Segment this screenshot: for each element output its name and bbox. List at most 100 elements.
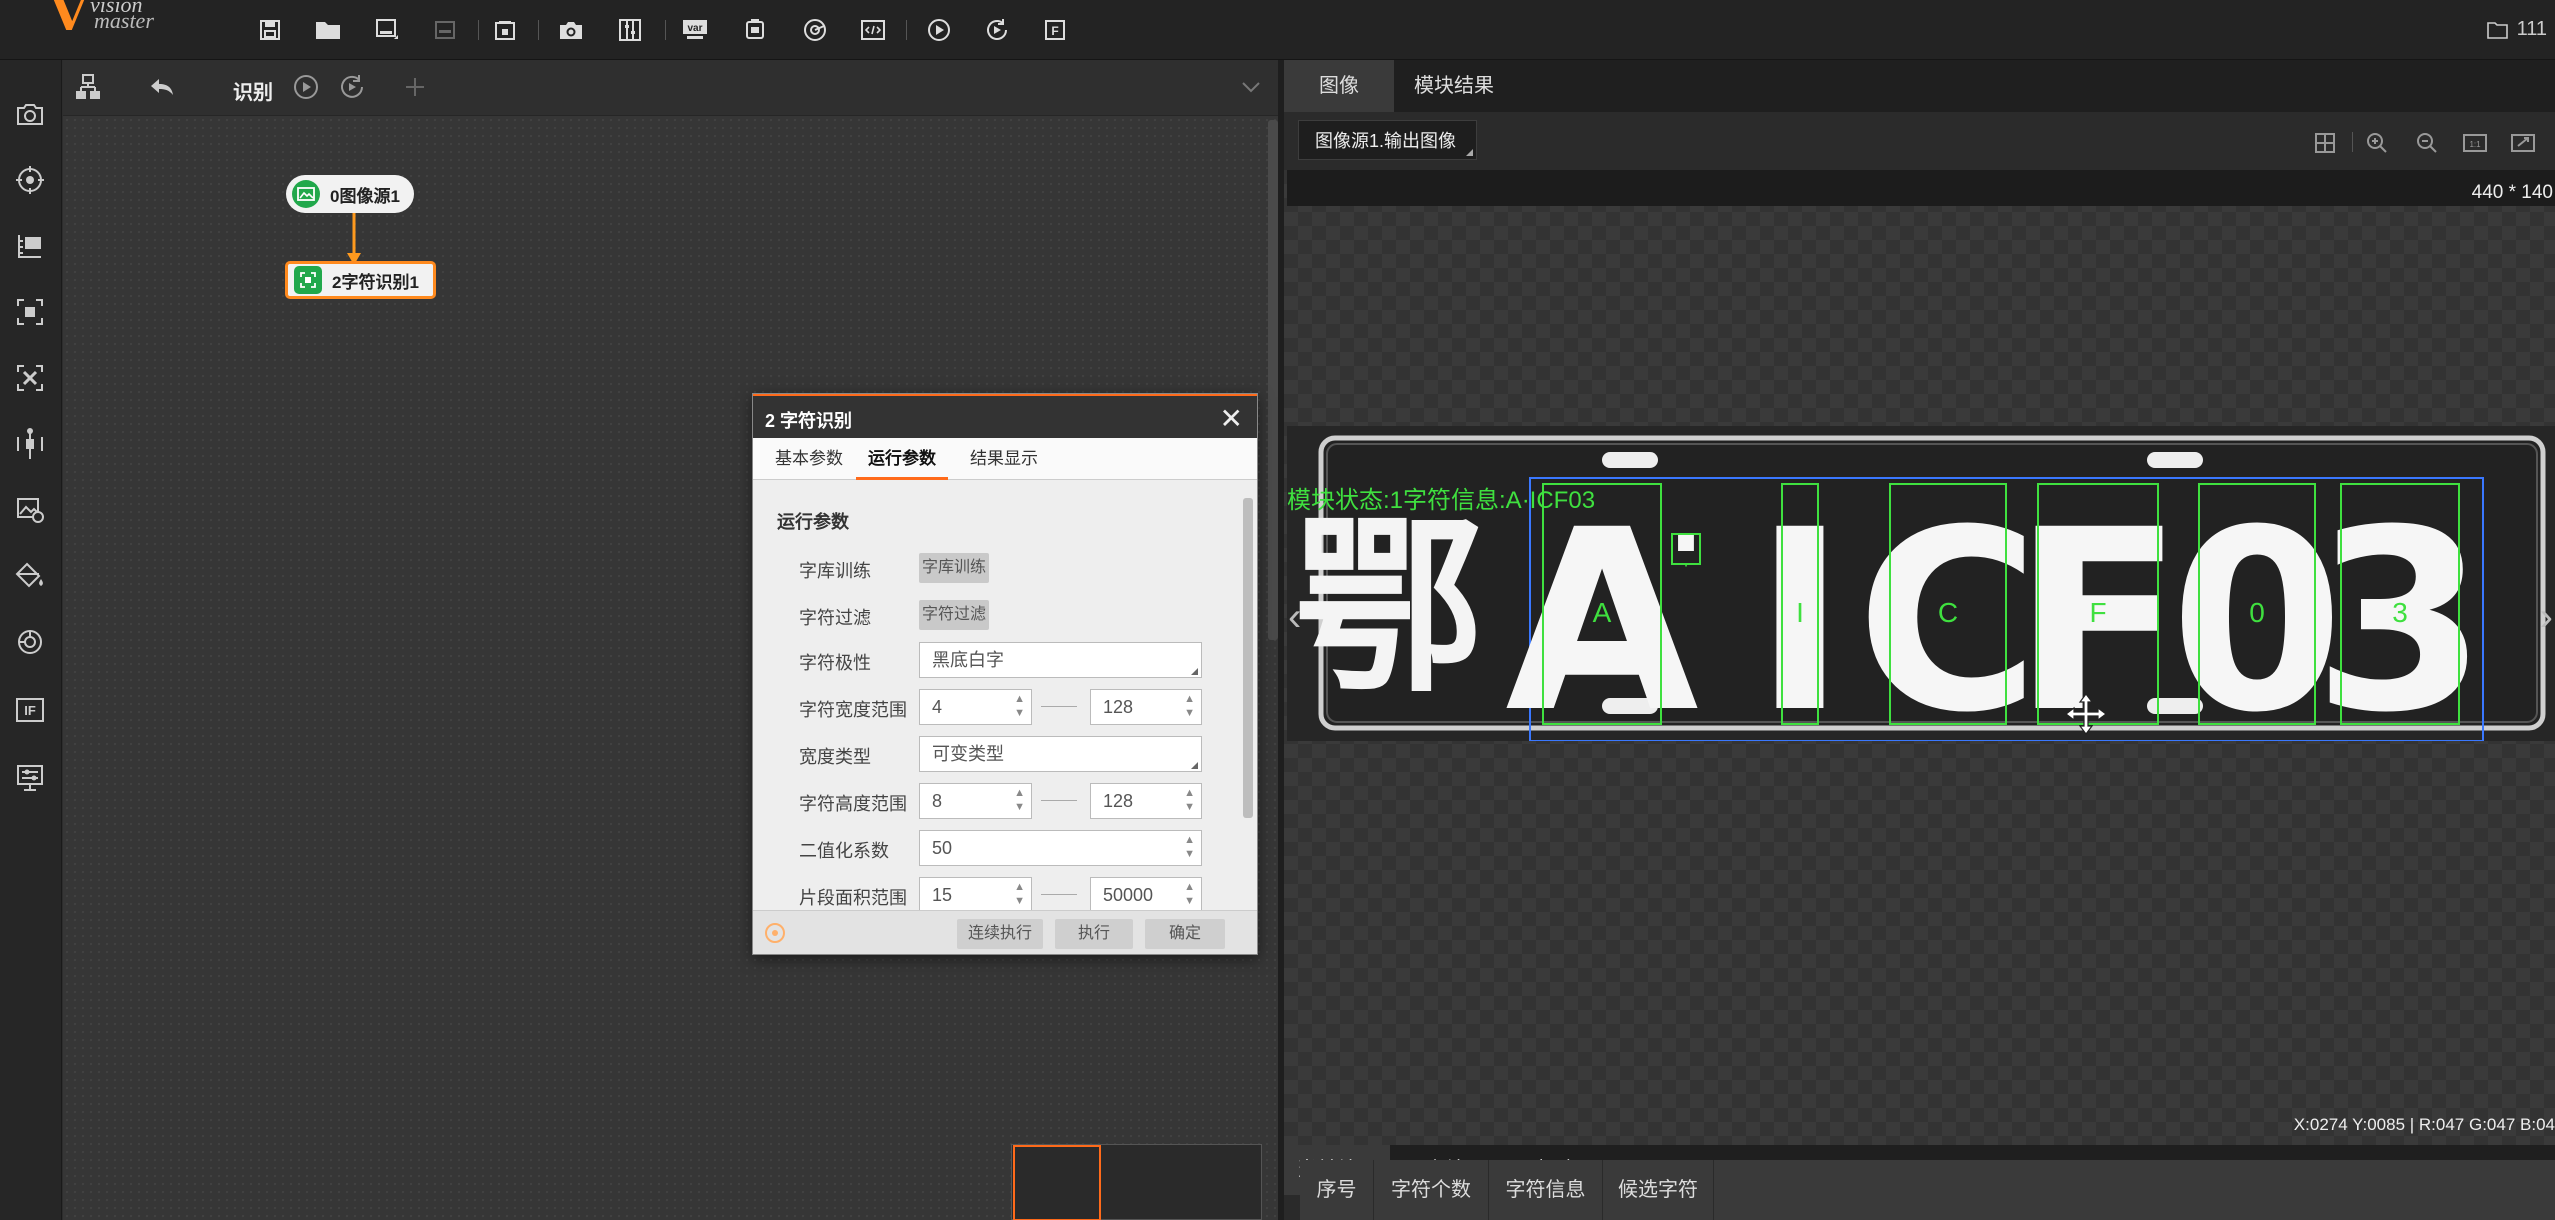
save-icon[interactable] bbox=[255, 15, 285, 45]
refresh-icon[interactable] bbox=[763, 921, 787, 950]
calibration-icon[interactable] bbox=[615, 15, 645, 45]
minimap-viewport[interactable] bbox=[1013, 1145, 1101, 1220]
binarize-stepper[interactable]: 50 ▲ ▼ bbox=[919, 830, 1202, 866]
spin-arrows-icon[interactable]: ▲ ▼ bbox=[1184, 692, 1195, 720]
flow-scrollbar[interactable] bbox=[1268, 120, 1278, 640]
run-loop-icon[interactable] bbox=[982, 15, 1012, 45]
resolution-label: 440 * 140 bbox=[2471, 182, 2553, 203]
width-min-stepper[interactable]: 4 ▲ ▼ bbox=[919, 689, 1032, 725]
zoom-in-icon[interactable] bbox=[2362, 128, 2392, 158]
column-header[interactable]: 字符个数 bbox=[1374, 1160, 1489, 1220]
tab-basic-params[interactable]: 基本参数 bbox=[763, 438, 855, 480]
hierarchy-icon[interactable] bbox=[73, 72, 103, 102]
image-process-icon[interactable] bbox=[12, 492, 48, 528]
zoom-out-icon[interactable] bbox=[2412, 128, 2442, 158]
polarity-select[interactable]: 黑底白字 bbox=[919, 642, 1202, 678]
module-status-text: 模块状态:1字符信息:A·ICF03 bbox=[1287, 487, 1596, 514]
height-max-stepper[interactable]: 128 ▲ ▼ bbox=[1090, 783, 1202, 819]
location-icon[interactable] bbox=[12, 162, 48, 198]
run-once-icon[interactable] bbox=[291, 72, 321, 102]
spin-arrows-icon[interactable]: ▲ ▼ bbox=[1184, 833, 1195, 861]
spin-arrows-icon[interactable]: ▲ ▼ bbox=[1014, 692, 1025, 720]
viewport-top-band bbox=[1287, 170, 2555, 206]
flow-node-char-recognition[interactable]: 2字符识别1 bbox=[285, 261, 436, 299]
global-trigger-icon[interactable] bbox=[800, 15, 830, 45]
row-binarize: 二值化系数 50 ▲ ▼ bbox=[753, 827, 1243, 867]
chevron-right-icon[interactable]: › bbox=[2540, 595, 2553, 640]
add-icon[interactable] bbox=[400, 72, 430, 102]
logic-if-icon[interactable]: IF bbox=[12, 692, 48, 728]
row-width-type: 宽度类型 可变类型 bbox=[753, 733, 1243, 773]
measure-icon[interactable] bbox=[12, 228, 48, 264]
solution-indicator[interactable]: 111 bbox=[2486, 18, 2547, 41]
script-icon[interactable] bbox=[858, 15, 888, 45]
image-panel-tabs: 图像 模块结果 bbox=[1284, 60, 2555, 112]
height-min-stepper[interactable]: 8 ▲ ▼ bbox=[919, 783, 1032, 819]
variable-icon[interactable]: var bbox=[680, 15, 710, 45]
function-icon[interactable]: F bbox=[1040, 15, 1070, 45]
fit-screen-icon[interactable] bbox=[2508, 128, 2538, 158]
font-training-button[interactable]: 字库训练 bbox=[919, 553, 990, 583]
dialog-scrollbar[interactable] bbox=[1243, 498, 1253, 818]
column-header[interactable]: 候选字符 bbox=[1603, 1160, 1714, 1220]
execute-button[interactable]: 执行 bbox=[1055, 919, 1133, 949]
undo-icon[interactable] bbox=[147, 72, 177, 102]
area-max-stepper[interactable]: 50000 ▲ ▼ bbox=[1090, 877, 1202, 913]
char-recognition-dialog: 2 字符识别 ✕ 基本参数 运行参数 结果显示 运行参数 字库训练 字库训练 字… bbox=[752, 393, 1258, 955]
spin-arrows-icon[interactable]: ▲ ▼ bbox=[1014, 880, 1025, 908]
image-source-select[interactable]: 图像源1.输出图像 bbox=[1298, 120, 1478, 160]
spin-arrows-icon[interactable]: ▲ ▼ bbox=[1184, 880, 1195, 908]
tab-image[interactable]: 图像 bbox=[1284, 60, 1394, 112]
width-type-select[interactable]: 可变类型 bbox=[919, 736, 1202, 772]
column-header[interactable]: 字符信息 bbox=[1489, 1160, 1603, 1220]
tab-run-params[interactable]: 运行参数 bbox=[856, 438, 948, 480]
contrast-icon[interactable] bbox=[12, 426, 48, 462]
actual-size-icon[interactable]: 1:1 bbox=[2460, 128, 2490, 158]
import-icon[interactable] bbox=[430, 15, 460, 45]
section-title: 运行参数 bbox=[777, 512, 849, 532]
continuous-run-button[interactable]: 连续执行 bbox=[957, 919, 1043, 949]
close-icon[interactable]: ✕ bbox=[1220, 402, 1243, 435]
run-loop-icon[interactable] bbox=[337, 72, 367, 102]
save-as-icon[interactable] bbox=[372, 15, 402, 45]
crosshair-icon[interactable] bbox=[2310, 128, 2340, 158]
column-header[interactable]: 序号 bbox=[1300, 1160, 1374, 1220]
pixel-coordinate-readout: X:0274 Y:0085 | R:047 G:047 B:04 bbox=[2293, 1115, 2555, 1134]
image-toolbar: 图像源1.输出图像 1:1 bbox=[1284, 112, 2555, 170]
dialog-header[interactable]: 2 字符识别 ✕ bbox=[753, 394, 1257, 438]
camera-icon[interactable] bbox=[12, 96, 48, 132]
dropdown-corner-icon bbox=[1466, 149, 1474, 156]
image-viewport[interactable]: 440 * 140 鄂 A A · · I I C C F F 0 0 3 3 模块状态:1字符信息:A·… bbox=[1284, 170, 2555, 1145]
paint-icon[interactable] bbox=[12, 558, 48, 594]
spin-arrows-icon[interactable]: ▲ ▼ bbox=[1184, 786, 1195, 814]
folder-icon bbox=[2486, 21, 2508, 39]
communication-icon[interactable] bbox=[740, 15, 770, 45]
row-label: 片段面积范围 bbox=[799, 888, 907, 908]
tab-result-display[interactable]: 结果显示 bbox=[958, 438, 1050, 480]
open-folder-icon[interactable] bbox=[313, 15, 343, 45]
recognition-icon[interactable] bbox=[12, 294, 48, 330]
stepper-value: 128 bbox=[1103, 697, 1134, 717]
recognition-icon bbox=[294, 266, 322, 294]
svg-text:1:1: 1:1 bbox=[2469, 140, 2481, 149]
run-once-icon[interactable] bbox=[924, 15, 954, 45]
char-filter-button[interactable]: 字符过滤 bbox=[919, 600, 990, 630]
flow-minimap[interactable] bbox=[1011, 1144, 1262, 1220]
app-logo: V vision master bbox=[50, 0, 200, 42]
stepper-value: 4 bbox=[932, 697, 943, 717]
char-result-label: F bbox=[2089, 597, 2106, 628]
chevron-left-icon[interactable]: ‹ bbox=[1288, 595, 1301, 640]
spin-arrows-icon[interactable]: ▲ ▼ bbox=[1014, 786, 1025, 814]
width-max-stepper[interactable]: 128 ▲ ▼ bbox=[1090, 689, 1202, 725]
chevron-down-icon[interactable] bbox=[1236, 72, 1266, 102]
color-icon[interactable] bbox=[12, 624, 48, 660]
tab-module-results[interactable]: 模块结果 bbox=[1394, 60, 1514, 112]
confirm-button[interactable]: 确定 bbox=[1145, 919, 1225, 949]
lock-icon[interactable] bbox=[490, 15, 520, 45]
flow-node-image-source[interactable]: 0图像源1 bbox=[286, 175, 414, 213]
calibration-icon[interactable] bbox=[12, 360, 48, 396]
area-min-stepper[interactable]: 15 ▲ ▼ bbox=[919, 877, 1032, 913]
plate-char: · bbox=[1669, 491, 1703, 596]
settings-icon[interactable] bbox=[12, 760, 48, 796]
camera-icon[interactable] bbox=[556, 15, 586, 45]
